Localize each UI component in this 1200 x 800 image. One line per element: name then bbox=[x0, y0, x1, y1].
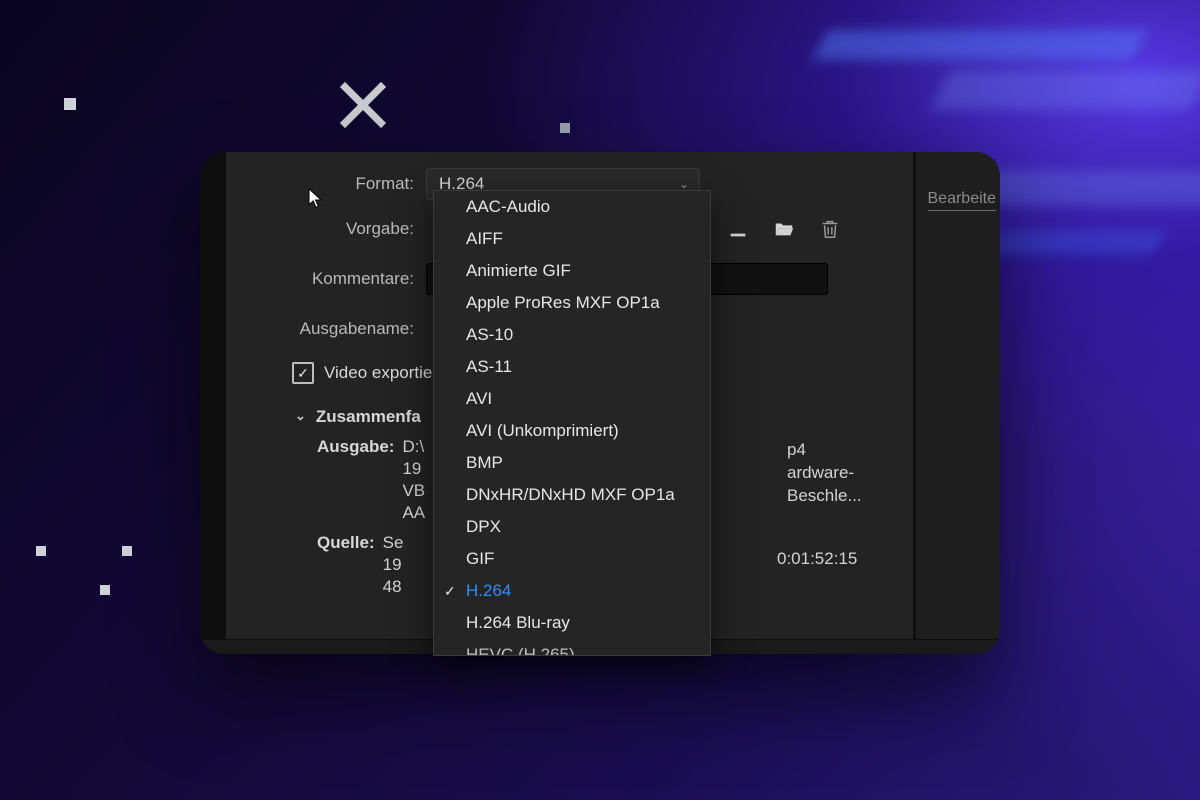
output-name-label: Ausgabename: bbox=[290, 319, 426, 339]
panel-right-gutter bbox=[915, 152, 1000, 654]
background-dot bbox=[36, 546, 46, 556]
summary-output-label: Ausgabe: bbox=[317, 437, 394, 523]
format-option[interactable]: AIFF bbox=[434, 223, 710, 255]
close-icon[interactable] bbox=[336, 78, 390, 132]
download-icon[interactable] bbox=[726, 218, 750, 240]
background-dot bbox=[560, 123, 570, 133]
format-dropdown-list[interactable]: AAC-AudioAIFFAnimierte GIFApple ProRes M… bbox=[433, 190, 711, 656]
folder-open-icon[interactable] bbox=[772, 218, 796, 240]
format-option[interactable]: AS-10 bbox=[434, 319, 710, 351]
summary-source-line: 19 bbox=[383, 555, 404, 575]
format-option[interactable]: DNxHR/DNxHD MXF OP1a bbox=[434, 479, 710, 511]
trash-icon[interactable] bbox=[818, 218, 842, 240]
comments-label: Kommentare: bbox=[290, 269, 426, 289]
summary-source-line: 48 bbox=[383, 577, 404, 597]
background-dot bbox=[64, 98, 76, 110]
edit-link[interactable]: Bearbeite bbox=[928, 190, 997, 211]
panel-divider bbox=[913, 152, 915, 640]
chevron-down-icon: ⌄ bbox=[679, 177, 689, 191]
chevron-down-icon: ⌄ bbox=[295, 408, 306, 424]
background-streak bbox=[931, 70, 1200, 110]
format-option[interactable]: AS-11 bbox=[434, 351, 710, 383]
background-streak bbox=[813, 30, 1147, 60]
export-video-label: Video exportie bbox=[324, 363, 432, 383]
format-option[interactable]: Animierte GIF bbox=[434, 255, 710, 287]
summary-heading: Zusammenfa bbox=[316, 407, 421, 427]
background-streak bbox=[974, 230, 1165, 254]
summary-output-fragment: p4 bbox=[787, 439, 927, 462]
format-option[interactable]: H.264 bbox=[434, 575, 710, 607]
format-option[interactable]: DPX bbox=[434, 511, 710, 543]
mouse-cursor bbox=[308, 188, 323, 210]
format-option[interactable]: GIF bbox=[434, 543, 710, 575]
summary-source-label: Quelle: bbox=[317, 533, 375, 597]
summary-source-line: Se bbox=[383, 533, 404, 553]
format-option[interactable]: H.264 Blu-ray bbox=[434, 607, 710, 639]
format-option[interactable]: Apple ProRes MXF OP1a bbox=[434, 287, 710, 319]
format-option[interactable]: AVI (Unkomprimiert) bbox=[434, 415, 710, 447]
summary-output-line: D:\ bbox=[402, 437, 425, 457]
preset-label: Vorgabe: bbox=[290, 219, 426, 239]
format-option[interactable]: AVI bbox=[434, 383, 710, 415]
summary-output-line: 19 bbox=[402, 459, 425, 479]
background-dot bbox=[122, 546, 132, 556]
background-dot bbox=[100, 585, 110, 595]
format-option[interactable]: HEVC (H.265) bbox=[434, 639, 710, 656]
panel-left-gutter bbox=[200, 152, 226, 654]
summary-output-line: VB bbox=[402, 481, 425, 501]
format-option[interactable]: AAC-Audio bbox=[434, 191, 710, 223]
summary-source-fragment: 0:01:52:15 bbox=[777, 549, 857, 569]
summary-output-line: AA bbox=[402, 503, 425, 523]
summary-output-fragment: ardware-Beschle... bbox=[787, 462, 927, 508]
export-video-checkbox[interactable]: ✓ bbox=[292, 362, 314, 384]
summary-source-lines: Se1948 bbox=[383, 533, 404, 597]
summary-output-lines: D:\19VBAA bbox=[402, 437, 425, 523]
format-option[interactable]: BMP bbox=[434, 447, 710, 479]
